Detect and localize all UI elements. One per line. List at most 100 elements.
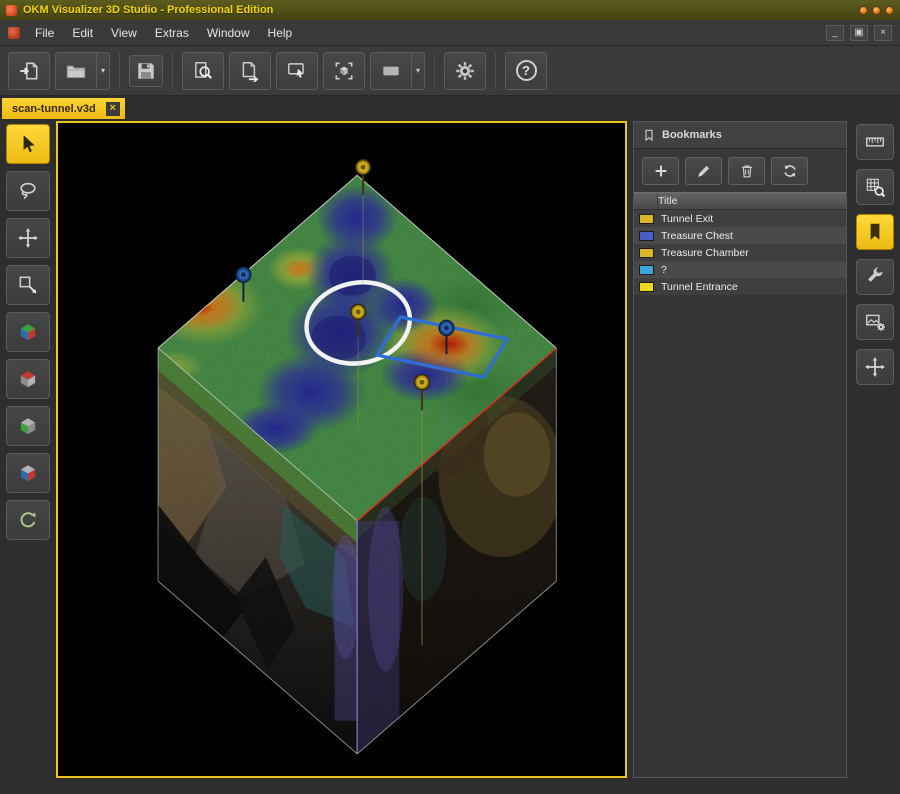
cube-front-icon bbox=[17, 462, 39, 484]
scan-canvas[interactable] bbox=[56, 121, 627, 778]
bookmark-title: Treasure Chamber bbox=[661, 247, 749, 259]
menu-view[interactable]: View bbox=[104, 23, 144, 43]
window-restore-button[interactable] bbox=[872, 6, 881, 15]
measurement-ruler-tool[interactable] bbox=[856, 124, 894, 160]
scan-3d-view-button[interactable] bbox=[323, 52, 365, 90]
bookmark-color-swatch bbox=[639, 231, 654, 241]
refresh-icon bbox=[781, 162, 799, 180]
plus-icon bbox=[652, 162, 670, 180]
shape-overlay-button[interactable] bbox=[370, 52, 412, 90]
main-toolbar: ▾ ▾ ? bbox=[0, 46, 900, 96]
bookmark-title: Treasure Chest bbox=[661, 230, 733, 242]
bookmarks-tool[interactable] bbox=[856, 214, 894, 250]
bookmark-title: Tunnel Entrance bbox=[661, 281, 738, 293]
capture-view-button[interactable] bbox=[276, 52, 318, 90]
app-menu-icon[interactable] bbox=[8, 27, 20, 39]
left-tool-column bbox=[0, 119, 56, 794]
tools-tool[interactable] bbox=[856, 259, 894, 295]
save-file-button[interactable] bbox=[129, 55, 163, 87]
ruler-icon bbox=[864, 131, 886, 153]
window-controls bbox=[859, 6, 894, 15]
canvas-area bbox=[56, 119, 630, 794]
view-cube-side-tool[interactable] bbox=[6, 406, 50, 446]
restore-icon[interactable]: ▣ bbox=[850, 25, 868, 41]
screenshot-icon bbox=[286, 60, 308, 82]
move-arrows-icon bbox=[17, 227, 39, 249]
bookmarks-table-header: Title bbox=[634, 192, 846, 210]
cube-side-icon bbox=[17, 415, 39, 437]
tab-label: scan-tunnel.v3d bbox=[12, 103, 96, 115]
pdf-export-icon bbox=[239, 60, 261, 82]
menu-window[interactable]: Window bbox=[200, 23, 257, 43]
bookmark-color-swatch bbox=[639, 214, 654, 224]
move-view-tool[interactable] bbox=[6, 218, 50, 258]
bookmarks-panel-empty-area bbox=[634, 295, 846, 777]
export-pdf-button[interactable] bbox=[229, 52, 271, 90]
rotate-view-tool[interactable] bbox=[6, 500, 50, 540]
menu-edit[interactable]: Edit bbox=[65, 23, 100, 43]
scan-3d-viewport[interactable] bbox=[58, 123, 625, 776]
toolbar-separator bbox=[119, 53, 120, 89]
bookmarks-panel-header: Bookmarks bbox=[634, 122, 846, 149]
bookmark-title: Tunnel Exit bbox=[661, 213, 713, 225]
app-window: OKM Visualizer 3D Studio - Professional … bbox=[0, 0, 900, 794]
open-folder-icon bbox=[65, 60, 87, 82]
view-cube-top-tool[interactable] bbox=[6, 359, 50, 399]
window-close-button[interactable] bbox=[885, 6, 894, 15]
window-title: OKM Visualizer 3D Studio - Professional … bbox=[23, 4, 853, 16]
import-scan-button[interactable] bbox=[8, 52, 50, 90]
bookmark-title: ? bbox=[661, 264, 667, 276]
lasso-icon bbox=[17, 180, 39, 202]
menu-bar: File Edit View Extras Window Help _ ▣ × bbox=[0, 20, 900, 46]
add-bookmark-button[interactable] bbox=[642, 157, 679, 185]
edit-bookmark-button[interactable] bbox=[685, 157, 722, 185]
import-icon bbox=[18, 60, 40, 82]
main-area: Bookmarks Title bbox=[0, 119, 900, 794]
rotate-icon bbox=[17, 509, 39, 531]
menu-file[interactable]: File bbox=[28, 23, 61, 43]
bookmark-row[interactable]: Treasure Chamber bbox=[634, 244, 846, 261]
refresh-bookmarks-button[interactable] bbox=[771, 157, 808, 185]
bookmark-icon bbox=[864, 221, 886, 243]
cube-perspective-icon bbox=[17, 321, 39, 343]
grid-zoom-tool[interactable] bbox=[856, 169, 894, 205]
minimize-icon[interactable]: _ bbox=[826, 25, 844, 41]
bookmarks-color-column bbox=[634, 193, 658, 209]
delete-bookmark-button[interactable] bbox=[728, 157, 765, 185]
shape-overlay-dropdown[interactable]: ▾ bbox=[412, 52, 425, 90]
tab-scan-tunnel[interactable]: scan-tunnel.v3d × bbox=[2, 98, 125, 119]
settings-button[interactable] bbox=[444, 52, 486, 90]
tab-close-button[interactable]: × bbox=[106, 102, 120, 116]
window-minimize-button[interactable] bbox=[859, 6, 868, 15]
scan-3d-icon bbox=[333, 60, 355, 82]
view-cube-perspective-tool[interactable] bbox=[6, 312, 50, 352]
save-icon bbox=[135, 60, 157, 82]
bookmark-row[interactable]: Treasure Chest bbox=[634, 227, 846, 244]
wrench-icon bbox=[864, 266, 886, 288]
open-file-dropdown[interactable]: ▾ bbox=[97, 52, 110, 90]
grid-magnifier-icon bbox=[864, 176, 886, 198]
app-logo-icon bbox=[6, 5, 17, 16]
image-settings-tool[interactable] bbox=[856, 304, 894, 340]
pan-view-tool[interactable] bbox=[856, 349, 894, 385]
bookmark-row[interactable]: Tunnel Exit bbox=[634, 210, 846, 227]
menu-extras[interactable]: Extras bbox=[148, 23, 196, 43]
preview-zoom-button[interactable] bbox=[182, 52, 224, 90]
bookmark-row[interactable]: Tunnel Entrance bbox=[634, 278, 846, 295]
bookmark-row[interactable]: ? bbox=[634, 261, 846, 278]
scale-view-tool[interactable] bbox=[6, 265, 50, 305]
lasso-select-tool[interactable] bbox=[6, 171, 50, 211]
view-cube-front-tool[interactable] bbox=[6, 453, 50, 493]
bookmarks-list: Tunnel Exit Treasure Chest Treasure Cham… bbox=[634, 210, 846, 295]
help-button[interactable]: ? bbox=[505, 52, 547, 90]
menu-help[interactable]: Help bbox=[261, 23, 300, 43]
image-gear-icon bbox=[864, 311, 886, 333]
open-file-button[interactable] bbox=[55, 52, 97, 90]
pointer-icon bbox=[17, 133, 39, 155]
right-tool-column bbox=[850, 119, 900, 794]
select-pointer-tool[interactable] bbox=[6, 124, 50, 164]
gear-icon bbox=[454, 60, 476, 82]
toolbar-separator bbox=[495, 53, 496, 89]
close-icon[interactable]: × bbox=[874, 25, 892, 41]
toolbar-separator bbox=[434, 53, 435, 89]
